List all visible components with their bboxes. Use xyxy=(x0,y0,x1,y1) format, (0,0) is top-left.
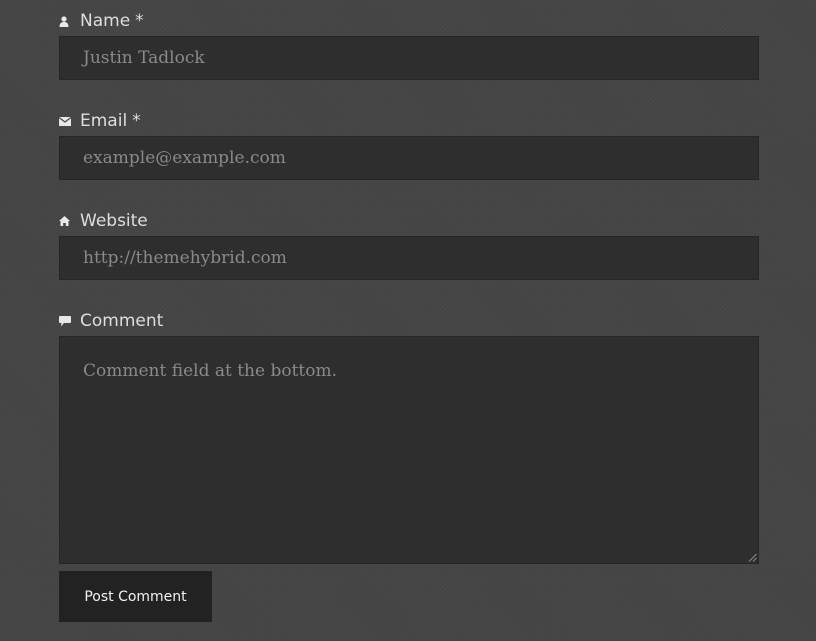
post-comment-button[interactable]: Post Comment xyxy=(59,571,212,622)
resize-grip-icon[interactable] xyxy=(748,553,757,562)
comment-label: Comment xyxy=(59,309,759,333)
comment-label-text: Comment xyxy=(80,311,164,331)
email-label-text: Email xyxy=(80,111,128,131)
home-icon xyxy=(59,214,73,228)
name-required-mark: * xyxy=(135,11,144,31)
comment-textarea-value: Comment field at the bottom. xyxy=(83,361,338,381)
name-field-value: Justin Tadlock xyxy=(83,48,205,68)
comment-form: Name * Justin Tadlock Email * example@ex… xyxy=(59,0,759,622)
comment-textarea[interactable]: Comment field at the bottom. xyxy=(59,336,759,564)
envelope-icon xyxy=(59,114,73,128)
email-field[interactable]: example@example.com xyxy=(59,136,759,180)
name-label-text: Name xyxy=(80,11,131,31)
email-field-value: example@example.com xyxy=(83,148,286,168)
website-field-value: http://themehybrid.com xyxy=(83,248,287,268)
speech-bubble-icon xyxy=(59,314,73,328)
name-field[interactable]: Justin Tadlock xyxy=(59,36,759,80)
email-label: Email * xyxy=(59,109,759,133)
email-required-mark: * xyxy=(132,111,141,131)
person-icon xyxy=(59,14,73,28)
website-label: Website xyxy=(59,209,759,233)
website-label-text: Website xyxy=(80,211,148,231)
name-label: Name * xyxy=(59,9,759,33)
website-field[interactable]: http://themehybrid.com xyxy=(59,236,759,280)
